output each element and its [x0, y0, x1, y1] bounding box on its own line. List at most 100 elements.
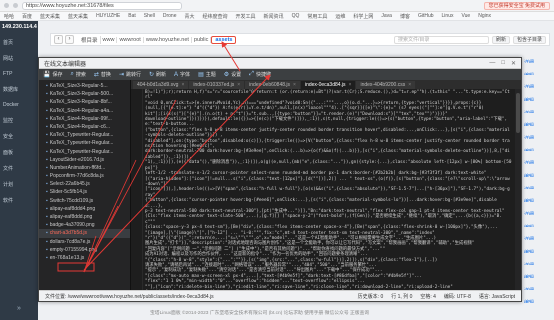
file-tree-item[interactable]: ▪ KaTeX_Size3-Regular-5...	[39, 82, 130, 90]
bookmark-item[interactable]: Linux	[442, 13, 454, 19]
window-dot-icon[interactable]	[13, 3, 18, 8]
sidebar-item[interactable]: 数据库	[3, 86, 35, 93]
vertical-scrollbar[interactable]	[515, 89, 521, 290]
breadcrumb-item[interactable]: 根目录	[79, 35, 101, 44]
bookmark-item[interactable]: 青大	[185, 13, 195, 20]
row-action-link[interactable]: 详细	[524, 110, 552, 114]
sidebar-item[interactable]: Docker	[3, 102, 35, 108]
file-tree-item[interactable]: ▪ KaTeX_Size4-Regular-99f...	[39, 115, 130, 123]
editor-tab[interactable]: index-0eca3d84.js ×	[300, 81, 356, 89]
toolbar-button[interactable]: 💾 保存	[43, 71, 63, 78]
breadcrumb-item[interactable]: wwwroot	[117, 36, 144, 43]
row-action-link[interactable]: 编辑	[524, 148, 552, 152]
editor-tab[interactable]: index-0eb60848.js ×	[245, 81, 300, 89]
back-button[interactable]: ‹	[54, 35, 63, 44]
file-tree-item[interactable]: ▪ KaTeX_Size3-Regular-8bf...	[39, 98, 130, 106]
file-tree-item[interactable]: ▪ chart-a3d7b5d.js	[39, 229, 130, 238]
breadcrumb-item[interactable]: assets	[211, 35, 237, 44]
bookmark-item[interactable]: Java	[381, 13, 392, 19]
bookmark-item[interactable]: 经纬度查询	[203, 13, 228, 20]
row-action-link[interactable]: 编辑	[524, 299, 552, 303]
tab-close-icon[interactable]: ×	[293, 81, 296, 89]
file-tree-item[interactable]: ▪ Select-22a6b45.js	[39, 180, 130, 188]
bookmark-item[interactable]: 科学上网	[353, 13, 373, 20]
bookmark-item[interactable]: 博客	[400, 13, 410, 20]
file-tree-item[interactable]: ▪ KaTeX_Typewriter-Regular...	[39, 131, 130, 139]
file-tree-item[interactable]: ▪ badge-4a37090.png	[39, 221, 130, 229]
sidebar-item[interactable]: 文件	[3, 165, 35, 172]
bookmark-item[interactable]: 新闻资讯	[264, 13, 284, 20]
bookmark-item[interactable]: 常用工具	[307, 13, 327, 20]
toolbar-button[interactable]: ⤢ 快捷键	[249, 71, 271, 78]
row-action-link[interactable]: 详细	[524, 186, 552, 190]
sidebar-item[interactable]: 计划	[3, 181, 35, 188]
sidebar-item[interactable]: FTP	[3, 71, 35, 77]
file-tree-item[interactable]: ▪ Popconfirm-77d6c8da.js	[39, 172, 130, 180]
sidebar-item[interactable]: 首页	[3, 39, 35, 46]
toolbar-button[interactable]: ▤ 主题	[198, 71, 216, 78]
row-action-link[interactable]: 详细	[524, 84, 552, 88]
bookmark-item[interactable]: Vue	[461, 13, 470, 19]
row-action-link[interactable]: 详细	[524, 236, 552, 240]
file-search-input[interactable]: 搜索文件/目录	[393, 35, 489, 44]
collapse-icon[interactable]: »	[0, 305, 38, 312]
sidebar-item[interactable]: 监控	[3, 117, 35, 124]
file-tree-item[interactable]: ▪ LayoutSider-e2016.7d.js	[39, 156, 130, 164]
toolbar-button[interactable]: ⚙ 设置	[224, 71, 241, 78]
row-action-link[interactable]: 编辑	[524, 173, 552, 177]
code-content[interactable]: B)=!1)"};r);return H,f)"s="r="sourcefile…	[131, 89, 515, 290]
file-tree-item[interactable]: ▪ empty-07155994.png	[39, 246, 130, 254]
breadcrumb-item[interactable]: www.hoyuzhe.net	[144, 36, 192, 43]
bookmark-item[interactable]: GitHub	[418, 13, 434, 19]
bookmark-item[interactable]: 开发工具	[236, 13, 256, 20]
toolbar-button[interactable]: ⌕ 搜索	[71, 71, 86, 78]
toolbar-button[interactable]: ⇄ 替换	[94, 71, 111, 78]
code-area[interactable]: 404-b0d1a3d9.svg × index-010337ed.js × index…	[131, 80, 521, 290]
bookmark-item[interactable]: 百度	[22, 13, 32, 20]
editor-tab[interactable]: 404-b0d1a3d9.svg ×	[133, 81, 189, 89]
breadcrumb-item[interactable]: public	[192, 36, 212, 43]
bookmark-item[interactable]: Bat	[128, 13, 136, 19]
row-action-link[interactable]: 编辑	[524, 224, 552, 228]
file-tree-item[interactable]: ▪ alipay-eaf8ddd4.png	[39, 205, 130, 213]
breadcrumb-item[interactable]: www	[101, 36, 118, 43]
status-item[interactable]: 历史版本: 0	[358, 293, 384, 300]
file-tree-item[interactable]: ▪ KaTeX_Typewriter-Regular...	[39, 139, 130, 147]
file-tree-item[interactable]: ▪ dollars-7cd8a7e.js	[39, 238, 130, 246]
tab-close-icon[interactable]: ×	[349, 81, 352, 89]
file-tree-item[interactable]: ▪ KaTeX_Typewriter-Regular...	[39, 148, 130, 156]
file-tree-item[interactable]: ▪ alipay-eaf8ddd.png	[39, 213, 130, 221]
row-action-link[interactable]: 详细	[524, 59, 552, 63]
bookmark-item[interactable]: Drone	[163, 13, 177, 19]
tab-close-icon[interactable]: ×	[237, 81, 240, 89]
row-action-link[interactable]: 编辑	[524, 72, 552, 76]
bookmark-item[interactable]: HUYUZHE	[96, 13, 120, 19]
toolbar-button[interactable]: ⇥ 跳转行	[119, 71, 141, 78]
forward-button[interactable]: ›	[65, 35, 74, 44]
file-tree-item[interactable]: ▪ NumberAnimation-ff6fd...	[39, 164, 130, 172]
include-subdir-button[interactable]: 包含子目录	[512, 35, 546, 44]
row-action-link[interactable]: 编辑	[524, 122, 552, 126]
editor-tab[interactable]: index-404b9200.css ×	[356, 81, 416, 89]
toolbar-button[interactable]: ↻ 刷新	[149, 71, 166, 78]
row-action-link[interactable]: 编辑	[524, 274, 552, 278]
row-action-link[interactable]: 详细	[524, 262, 552, 266]
maximize-icon[interactable]: □	[501, 60, 505, 67]
row-action-link[interactable]: 详细	[524, 135, 552, 139]
status-item[interactable]: 行 1, 列 0	[391, 293, 412, 300]
editor-tab[interactable]: index-010337ed.js ×	[189, 81, 245, 89]
file-tree-item[interactable]: ▪ Switch-75cdd109.js	[39, 197, 130, 205]
close-icon[interactable]: ✕	[511, 60, 516, 67]
bookmark-item[interactable]: 哈哈	[4, 13, 14, 20]
row-action-link[interactable]: 详细	[524, 287, 552, 291]
bookmark-item[interactable]: QQ	[292, 13, 300, 19]
row-action-link[interactable]: 编辑	[524, 249, 552, 253]
row-action-link[interactable]: 编辑	[524, 97, 552, 101]
file-tree-item[interactable]: ▪ en-768a1e13.js	[39, 254, 130, 262]
tab-close-icon[interactable]: ×	[408, 81, 411, 89]
row-action-link[interactable]: 详细	[524, 160, 552, 164]
sidebar-item[interactable]: 网站	[3, 55, 35, 62]
bookmark-item[interactable]: Nginx	[478, 13, 491, 19]
refresh-button[interactable]: 刷新	[491, 35, 510, 44]
tab-close-icon[interactable]: ×	[181, 81, 184, 89]
